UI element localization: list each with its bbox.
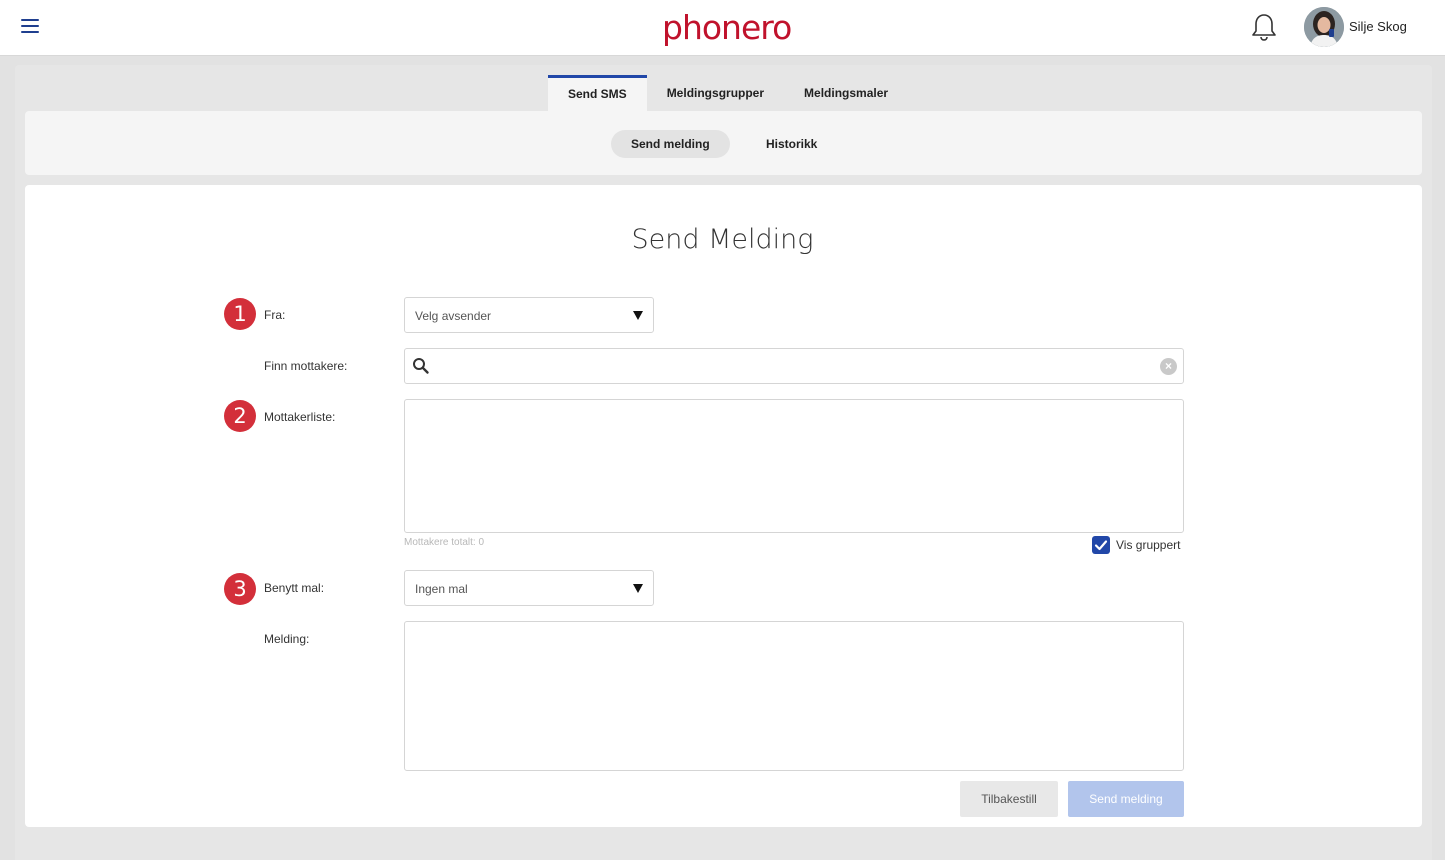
recipient-search[interactable]: × [404, 348, 1184, 384]
page-title: Send Melding [631, 224, 814, 255]
template-select-value: Ingen mal [415, 582, 468, 596]
recipient-list-box[interactable] [404, 399, 1184, 533]
template-label: Benytt mal: [264, 581, 325, 595]
clear-search-icon[interactable]: × [1160, 358, 1177, 375]
tab-send-sms[interactable]: Send SMS [548, 75, 647, 111]
step-badge-1: 1 [224, 298, 256, 330]
avatar[interactable] [1304, 7, 1344, 47]
menu-icon[interactable] [21, 19, 39, 35]
template-select[interactable]: Ingen mal [404, 570, 654, 606]
recipient-search-input[interactable] [435, 354, 1155, 378]
reset-button[interactable]: Tilbakestill [960, 781, 1058, 817]
step-badge-2: 2 [224, 400, 256, 432]
step-badge-3: 3 [224, 573, 256, 605]
recipient-list-label: Mottakerliste: [264, 410, 336, 424]
sender-select[interactable]: Velg avsender [404, 297, 654, 333]
search-icon [412, 357, 430, 375]
notification-bell-icon[interactable] [1250, 12, 1278, 42]
group-view-toggle[interactable]: Vis gruppert [1092, 536, 1180, 554]
main-tabs: Send SMS Meldingsgrupper Meldingsmaler [548, 75, 908, 111]
subtab-historikk[interactable]: Historikk [746, 130, 837, 158]
message-textarea[interactable] [404, 621, 1184, 771]
top-bar: phonero Silje Skog [0, 0, 1445, 56]
from-label: Fra: [264, 308, 286, 322]
group-view-label: Vis gruppert [1116, 538, 1181, 552]
sub-tab-bar: Send melding Historikk [25, 111, 1422, 175]
group-view-checkbox[interactable] [1092, 536, 1110, 554]
subtab-send-melding[interactable]: Send melding [611, 130, 730, 158]
tab-meldingsmaler[interactable]: Meldingsmaler [784, 75, 908, 111]
tab-meldingsgrupper[interactable]: Meldingsgrupper [647, 75, 784, 111]
sender-select-value: Velg avsender [415, 309, 492, 323]
user-name[interactable]: Silje Skog [1349, 19, 1407, 34]
dropdown-arrow-icon [633, 311, 643, 320]
phonero-logo[interactable]: phonero [662, 8, 792, 47]
message-label: Melding: [264, 632, 310, 646]
find-recipients-label: Finn mottakere: [264, 359, 348, 373]
send-message-button[interactable]: Send melding [1068, 781, 1184, 817]
recipients-total: Mottakere totalt: 0 [404, 537, 485, 548]
dropdown-arrow-icon [633, 584, 643, 593]
